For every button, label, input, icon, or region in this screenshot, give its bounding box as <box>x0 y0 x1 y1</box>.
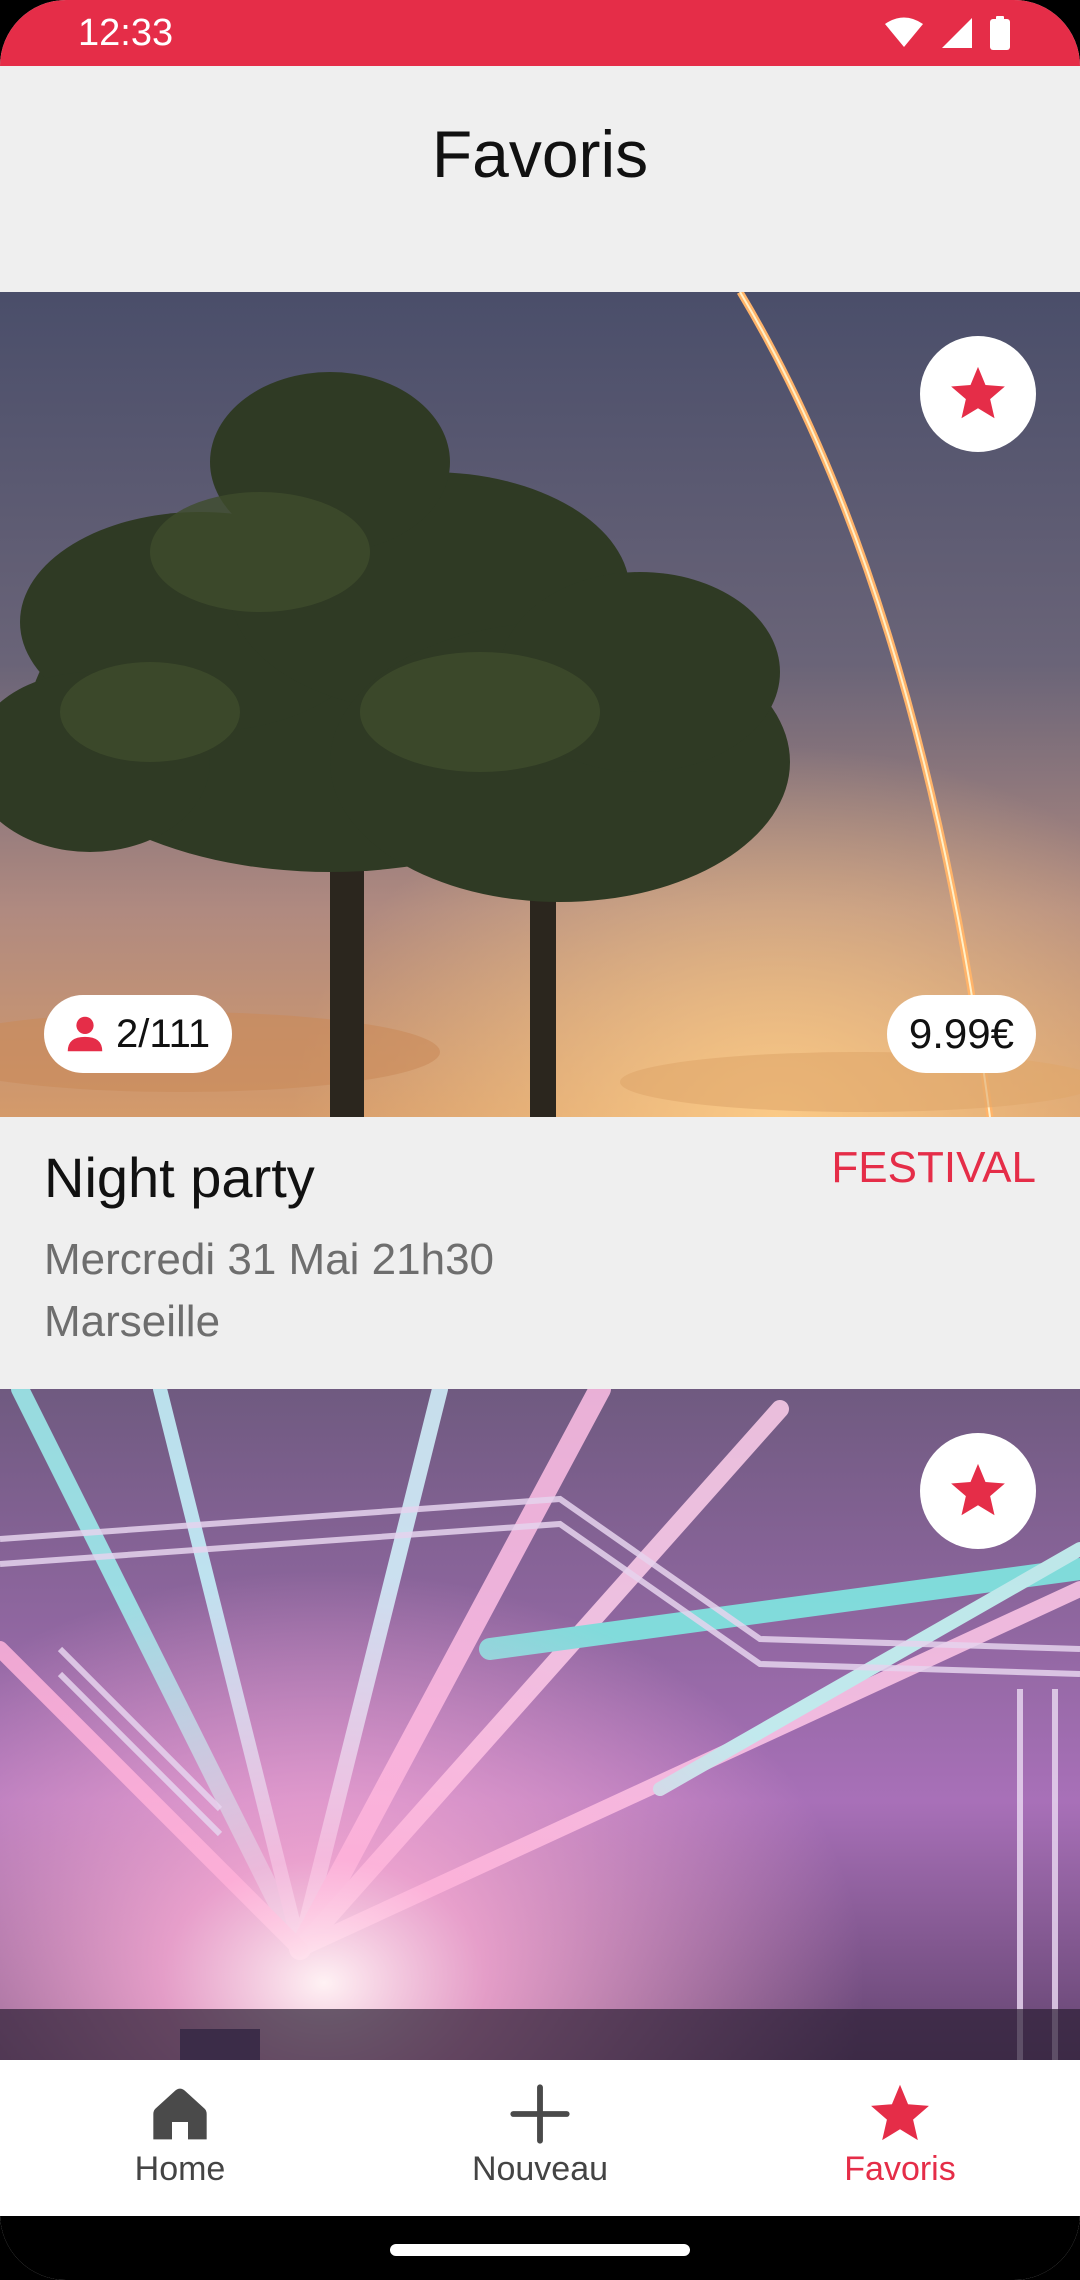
favorite-toggle-button[interactable] <box>920 1433 1036 1549</box>
gesture-navigation-area <box>0 2216 1080 2280</box>
page-title: Favoris <box>431 117 649 191</box>
battery-icon <box>990 16 1010 50</box>
nav-label-new: Nouveau <box>471 2150 609 2188</box>
nav-item-home[interactable]: Home <box>0 2060 360 2216</box>
person-icon <box>67 1016 103 1052</box>
event-image[interactable] <box>0 1389 1080 2060</box>
event-price: 9.99€ <box>908 1010 1014 1057</box>
home-icon <box>153 2088 207 2140</box>
event-image[interactable]: 2/111 9.99€ <box>0 292 1080 1117</box>
event-photo <box>0 292 1080 1117</box>
star-icon <box>951 1463 1005 1516</box>
attendees-badge: 2/111 <box>44 995 233 1073</box>
nav-label-home: Home <box>134 2150 226 2188</box>
status-icons <box>884 16 1010 50</box>
event-info[interactable]: Night party FESTIVAL Mercredi 31 Mai 21h… <box>0 1117 1080 1389</box>
favorites-list[interactable]: 2/111 9.99€ Night party FESTIVAL Mercred… <box>0 292 1080 2060</box>
nav-item-favorites[interactable]: Favoris <box>720 2060 1080 2216</box>
star-icon <box>871 2084 929 2141</box>
plus-icon <box>510 2084 570 2144</box>
event-card[interactable] <box>0 1389 1080 2060</box>
event-city: Marseille <box>44 1297 221 1346</box>
wifi-icon <box>884 17 924 49</box>
signal-icon <box>940 17 974 49</box>
event-title: Night party <box>44 1146 315 1209</box>
nav-item-new[interactable]: Nouveau <box>360 2060 720 2216</box>
home-gesture-handle[interactable] <box>390 2244 690 2256</box>
price-badge: 9.99€ <box>886 995 1036 1073</box>
attendees-count: 2/111 <box>116 1011 211 1056</box>
event-category: FESTIVAL <box>831 1143 1036 1192</box>
bottom-navigation: Home Nouveau Favoris <box>0 2060 1080 2216</box>
app-bar: Favoris <box>0 66 1080 292</box>
star-icon <box>951 366 1005 419</box>
phone-screen: 12:33 Favoris 2/111 9.99€ Night party FE… <box>0 0 1080 2280</box>
nav-label-favorites: Favoris <box>844 2150 956 2188</box>
status-bar: 12:33 <box>0 0 1080 66</box>
event-card[interactable]: 2/111 9.99€ Night party FESTIVAL Mercred… <box>0 292 1080 1389</box>
favorite-toggle-button[interactable] <box>920 336 1036 452</box>
event-photo <box>0 1389 1080 2060</box>
event-date: Mercredi 31 Mai 21h30 <box>44 1235 495 1284</box>
status-time: 12:33 <box>78 12 174 54</box>
